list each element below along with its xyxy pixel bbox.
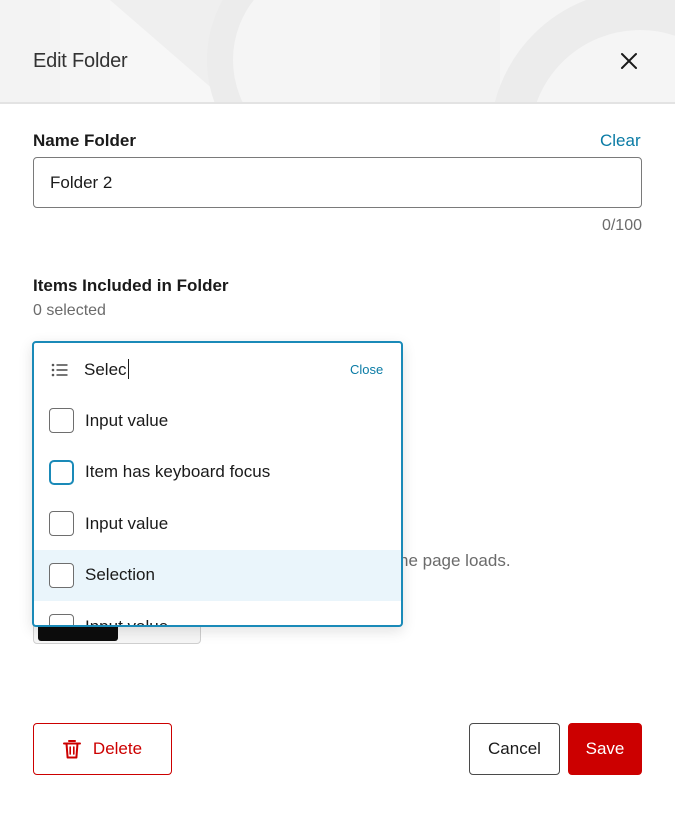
selected-count: 0 selected <box>33 302 106 319</box>
dropdown-options-list: Input value Item has keyboard focus Inpu… <box>34 395 401 627</box>
option-label: Input value <box>85 513 169 533</box>
option-label: Input value <box>85 616 169 627</box>
name-folder-label: Name Folder <box>33 131 136 150</box>
dropdown-search-input[interactable] <box>84 357 324 383</box>
edit-folder-dialog: Edit Folder Name Folder Clear 0/100 Item… <box>0 0 675 822</box>
close-icon <box>621 53 637 69</box>
dropdown-search-bar: Close <box>34 343 401 395</box>
option-label: Selection <box>85 565 155 585</box>
dialog-title: Edit Folder <box>33 50 128 72</box>
list-icon <box>51 363 68 377</box>
option-checkbox[interactable] <box>49 614 74 625</box>
save-button[interactable]: Save <box>568 723 642 775</box>
option-checkbox[interactable] <box>49 511 74 537</box>
cancel-button[interactable]: Cancel <box>469 723 560 775</box>
obscured-helper-text: he page loads. <box>399 551 511 570</box>
option-checkbox[interactable] <box>49 562 74 588</box>
option-checkbox[interactable] <box>49 408 74 434</box>
items-multiselect-dropdown: Close Input value Item has keyboard focu… <box>32 341 403 627</box>
dropdown-option[interactable]: Input value <box>34 601 401 627</box>
dropdown-close-link[interactable]: Close <box>350 362 383 377</box>
trash-icon <box>62 740 81 759</box>
folder-name-input[interactable] <box>33 157 642 208</box>
close-dialog-button[interactable] <box>614 46 644 76</box>
dropdown-option[interactable]: Input value <box>34 498 401 550</box>
dropdown-option[interactable]: Input value <box>34 395 401 447</box>
character-count: 0/100 <box>601 217 642 234</box>
option-checkbox-focused[interactable] <box>49 459 74 485</box>
delete-label: Delete <box>92 739 143 758</box>
clear-link[interactable]: Clear <box>600 131 641 151</box>
text-cursor <box>127 359 129 379</box>
dropdown-option-focused[interactable]: Item has keyboard focus <box>34 447 401 499</box>
dropdown-option-hovered[interactable]: Selection <box>34 549 401 601</box>
delete-button[interactable]: Delete <box>33 723 172 775</box>
option-label: Item has keyboard focus <box>85 462 271 482</box>
option-label: Input value <box>85 410 169 430</box>
items-included-label: Items Included in Folder <box>33 276 229 295</box>
dialog-header: Edit Folder <box>0 0 675 104</box>
